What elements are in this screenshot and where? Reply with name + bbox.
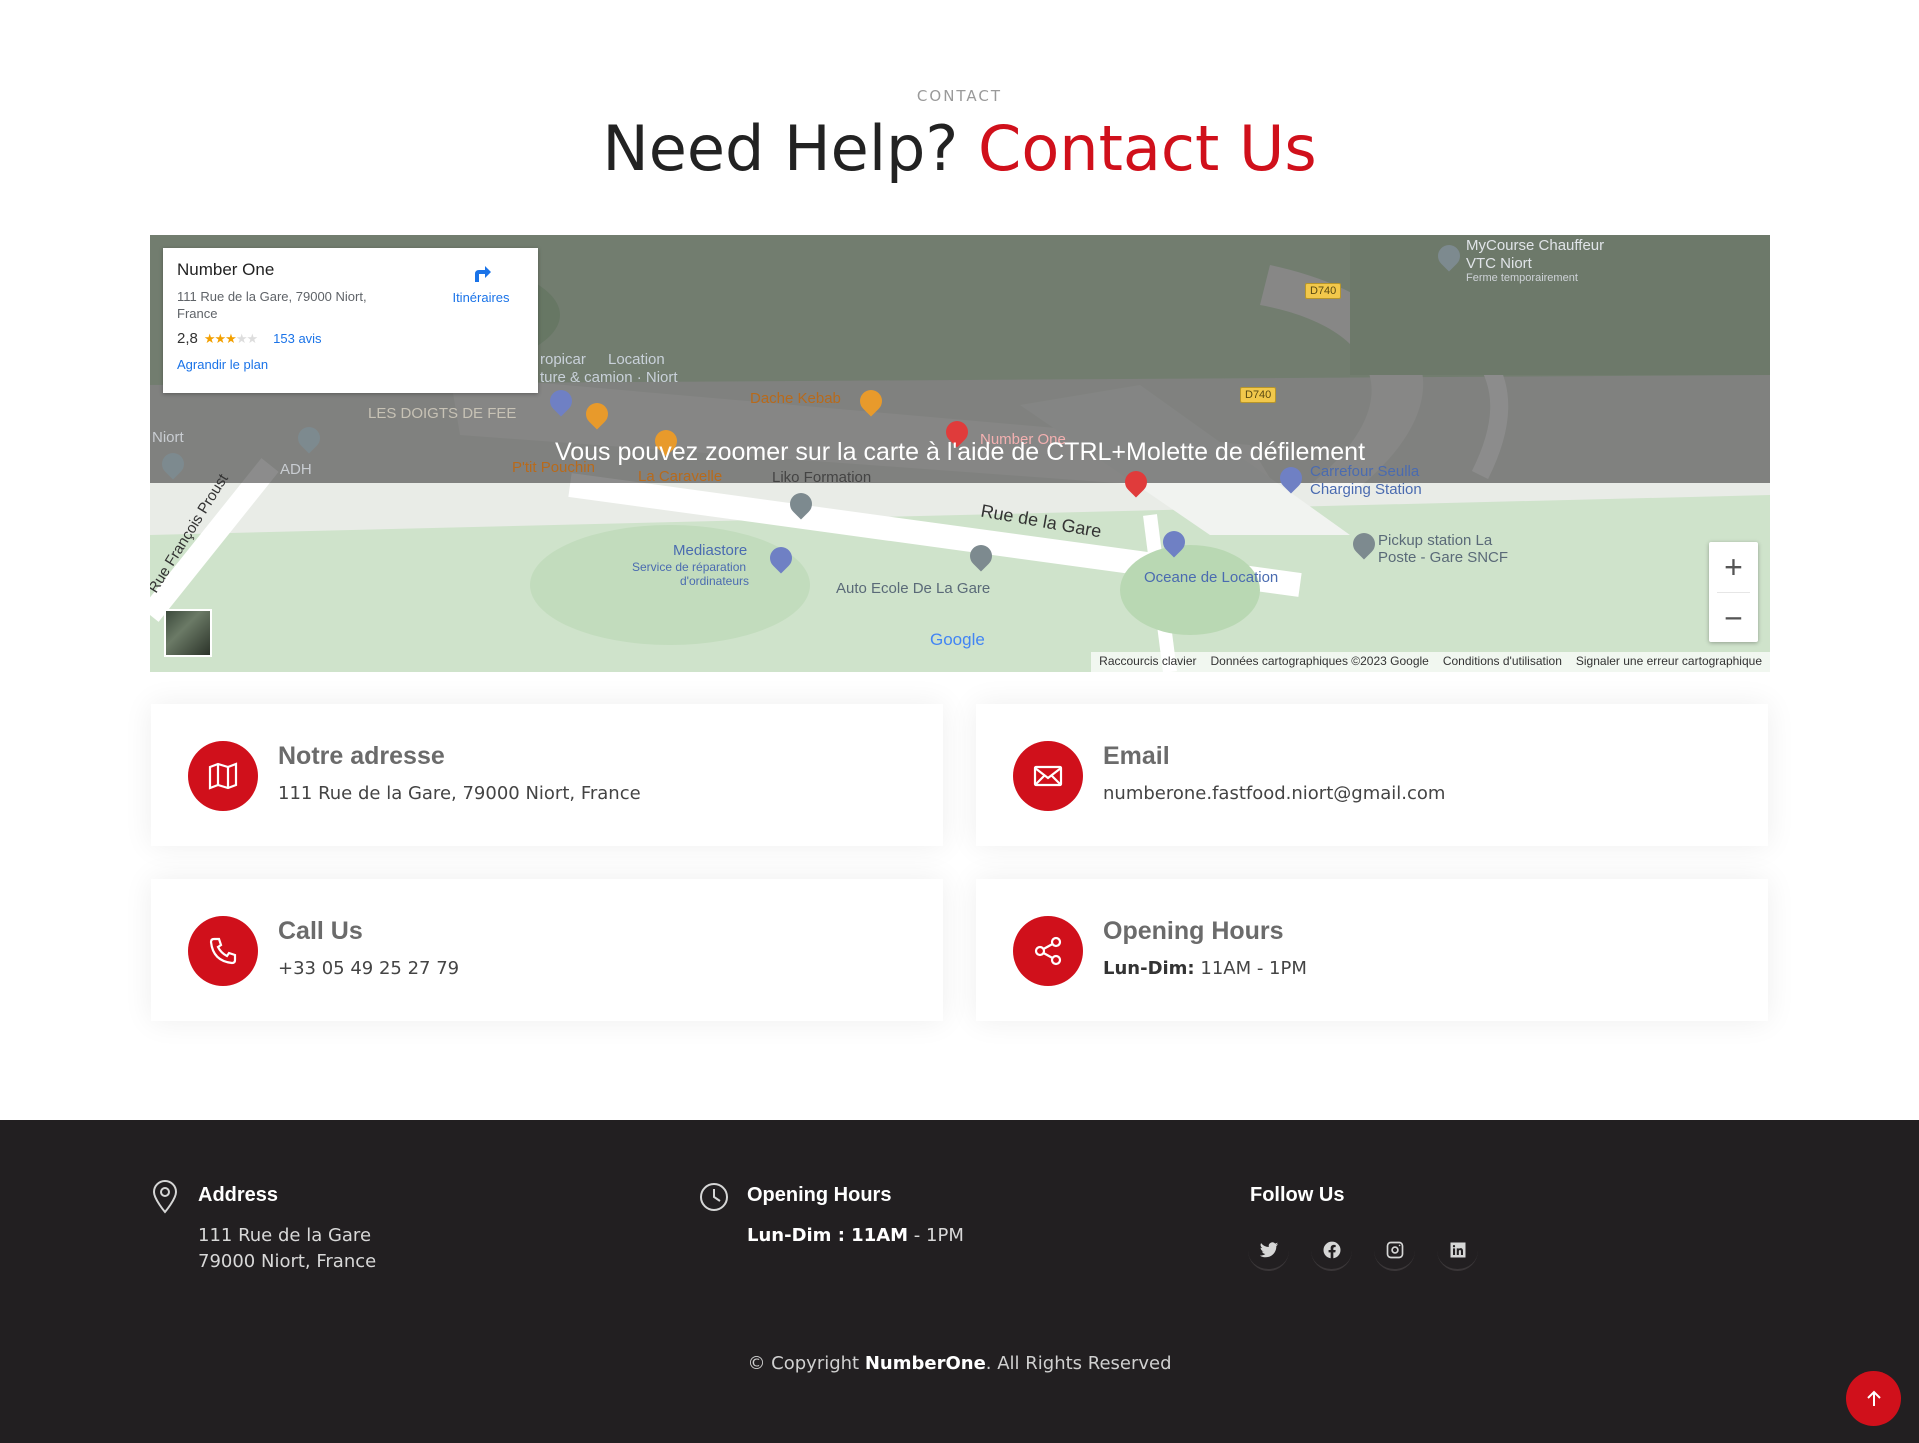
share-icon [1013,916,1083,986]
contact-page: CONTACT Need Help? Contact Us D740 D740 … [0,0,1919,1443]
footer-hours-value: - 1PM [913,1225,964,1246]
call-card: Call Us +33 05 49 25 27 79 [151,879,943,1021]
map-place-card: Number One 111 Rue de la Gare, 79000 Nio… [163,248,538,393]
google-map[interactable]: D740 D740 MyCourse Chauffeur VTC Niort F… [150,235,1770,672]
copyright-brand: NumberOne [864,1353,986,1374]
road-shield: D740 [1240,387,1277,403]
reviews-link[interactable]: 153 avis [273,331,321,346]
copyright-prefix: © Copyright [747,1353,860,1374]
back-to-top-button[interactable] [1846,1371,1901,1426]
map-label: Dache Kebab [750,390,841,407]
linkedin-link[interactable] [1437,1230,1478,1271]
facebook-icon [1322,1241,1341,1258]
email-card: Email numberone.fastfood.niort@gmail.com [976,704,1768,846]
map-label: MyCourse Chauffeur [1466,237,1605,254]
directions-label: Itinéraires [452,290,510,305]
card-text: Lun-Dim: 11AM - 1PM [1103,958,1307,979]
card-title: Notre adresse [278,742,445,770]
zoom-control: + − [1709,542,1758,642]
place-address: 111 Rue de la Gare, 79000 Niort, France [177,289,367,321]
map-label: ropicar [540,351,586,368]
enlarge-map-link[interactable]: Agrandir le plan [177,357,524,372]
footer-hours-title: Opening Hours [747,1184,892,1206]
map-label: Liko Formation [772,469,872,486]
twitter-icon [1259,1241,1278,1257]
card-text: 111 Rue de la Gare, 79000 Niort, France [278,783,641,804]
map-label: d'ordinateurs [680,574,749,588]
map-label: Charging Station [1310,481,1422,498]
map-label: LES DOIGTS DE FEE [368,405,517,422]
satellite-toggle[interactable] [164,609,212,657]
hours-label: Lun-Dim: [1103,958,1195,979]
instagram-link[interactable] [1374,1230,1415,1271]
google-logo: Google [930,630,985,649]
hours-card: Opening Hours Lun-Dim: 11AM - 1PM [976,879,1768,1021]
terms-link[interactable]: Conditions d'utilisation [1443,654,1562,670]
place-rating: 2,8 ★★★★★ 153 avis [177,330,524,347]
site-footer: Address 111 Rue de la Gare 79000 Niort, … [0,1120,1919,1443]
rating-stars-icon: ★★★★★ [203,330,258,346]
twitter-link[interactable] [1248,1230,1289,1271]
section-title: Need Help? Contact Us [0,112,1919,185]
facebook-link[interactable] [1311,1230,1352,1271]
location-pin-icon [152,1180,178,1214]
card-title: Call Us [278,917,363,945]
footer-address-line: 79000 Niort, France [198,1251,377,1272]
footer-hours-line: Lun-Dim : 11AM - 1PM [747,1225,964,1246]
map-label: Pickup station La [1378,532,1493,549]
section-title-main: Need Help? [602,112,959,185]
phone-icon [188,916,258,986]
report-error-link[interactable]: Signaler une erreur cartographique [1576,654,1762,670]
phone-link[interactable]: +33 05 49 25 27 79 [278,958,459,979]
clock-icon [700,1183,728,1211]
envelope-icon [1013,741,1083,811]
card-title: Opening Hours [1103,917,1284,945]
directions-icon [475,266,491,282]
section-title-accent: Contact Us [978,112,1317,185]
email-link[interactable]: numberone.fastfood.niort@gmail.com [1103,783,1445,804]
directions-button[interactable]: Itinéraires [446,262,516,305]
map-data-credit: Données cartographiques ©2023 Google [1210,654,1429,668]
footer-address-title: Address [198,1184,279,1206]
keyboard-shortcuts-link[interactable]: Raccourcis clavier [1099,654,1196,670]
map-label: ture & camion · Niort [540,369,678,386]
footer-address-line: 111 Rue de la Gare [198,1225,372,1246]
road-shield: D740 [1305,283,1342,299]
instagram-icon [1386,1241,1403,1258]
zoom-out-button[interactable]: − [1709,593,1758,643]
footer-follow-title: Follow Us [1250,1184,1345,1206]
social-links [1248,1230,1478,1271]
zoom-in-button[interactable]: + [1709,542,1758,592]
section-eyebrow: CONTACT [916,87,1003,105]
footer-hours-label: Lun-Dim : 11AM [747,1225,909,1246]
copyright-suffix: . All Rights Reserved [985,1353,1172,1374]
arrow-up-icon [1866,1390,1881,1406]
map-label: Poste - Gare SNCF [1378,549,1509,566]
hours-value: 11AM - 1PM [1200,958,1307,979]
map-zoom-hint: Vous pouvez zoomer sur la carte à l'aide… [554,438,1366,466]
map-label: Mediastore [673,542,748,559]
rating-value: 2,8 [177,330,198,347]
map-label: Service de réparation [632,560,747,574]
map-icon [188,741,258,811]
linkedin-icon [1450,1242,1465,1257]
address-card: Notre adresse 111 Rue de la Gare, 79000 … [151,704,943,846]
card-title: Email [1103,742,1170,770]
map-label: Oceane de Location [1144,569,1279,586]
map-label: VTC Niort [1466,255,1532,272]
copyright: © Copyright NumberOne. All Rights Reserv… [0,1353,1919,1374]
map-label: Auto Ecole De La Gare [836,580,991,597]
map-label: Ferme temporairement [1466,272,1578,284]
map-footer: Raccourcis clavier Données cartographiqu… [1091,652,1770,672]
map-label: La Caravelle [638,468,723,485]
map-label: Location [608,351,665,368]
